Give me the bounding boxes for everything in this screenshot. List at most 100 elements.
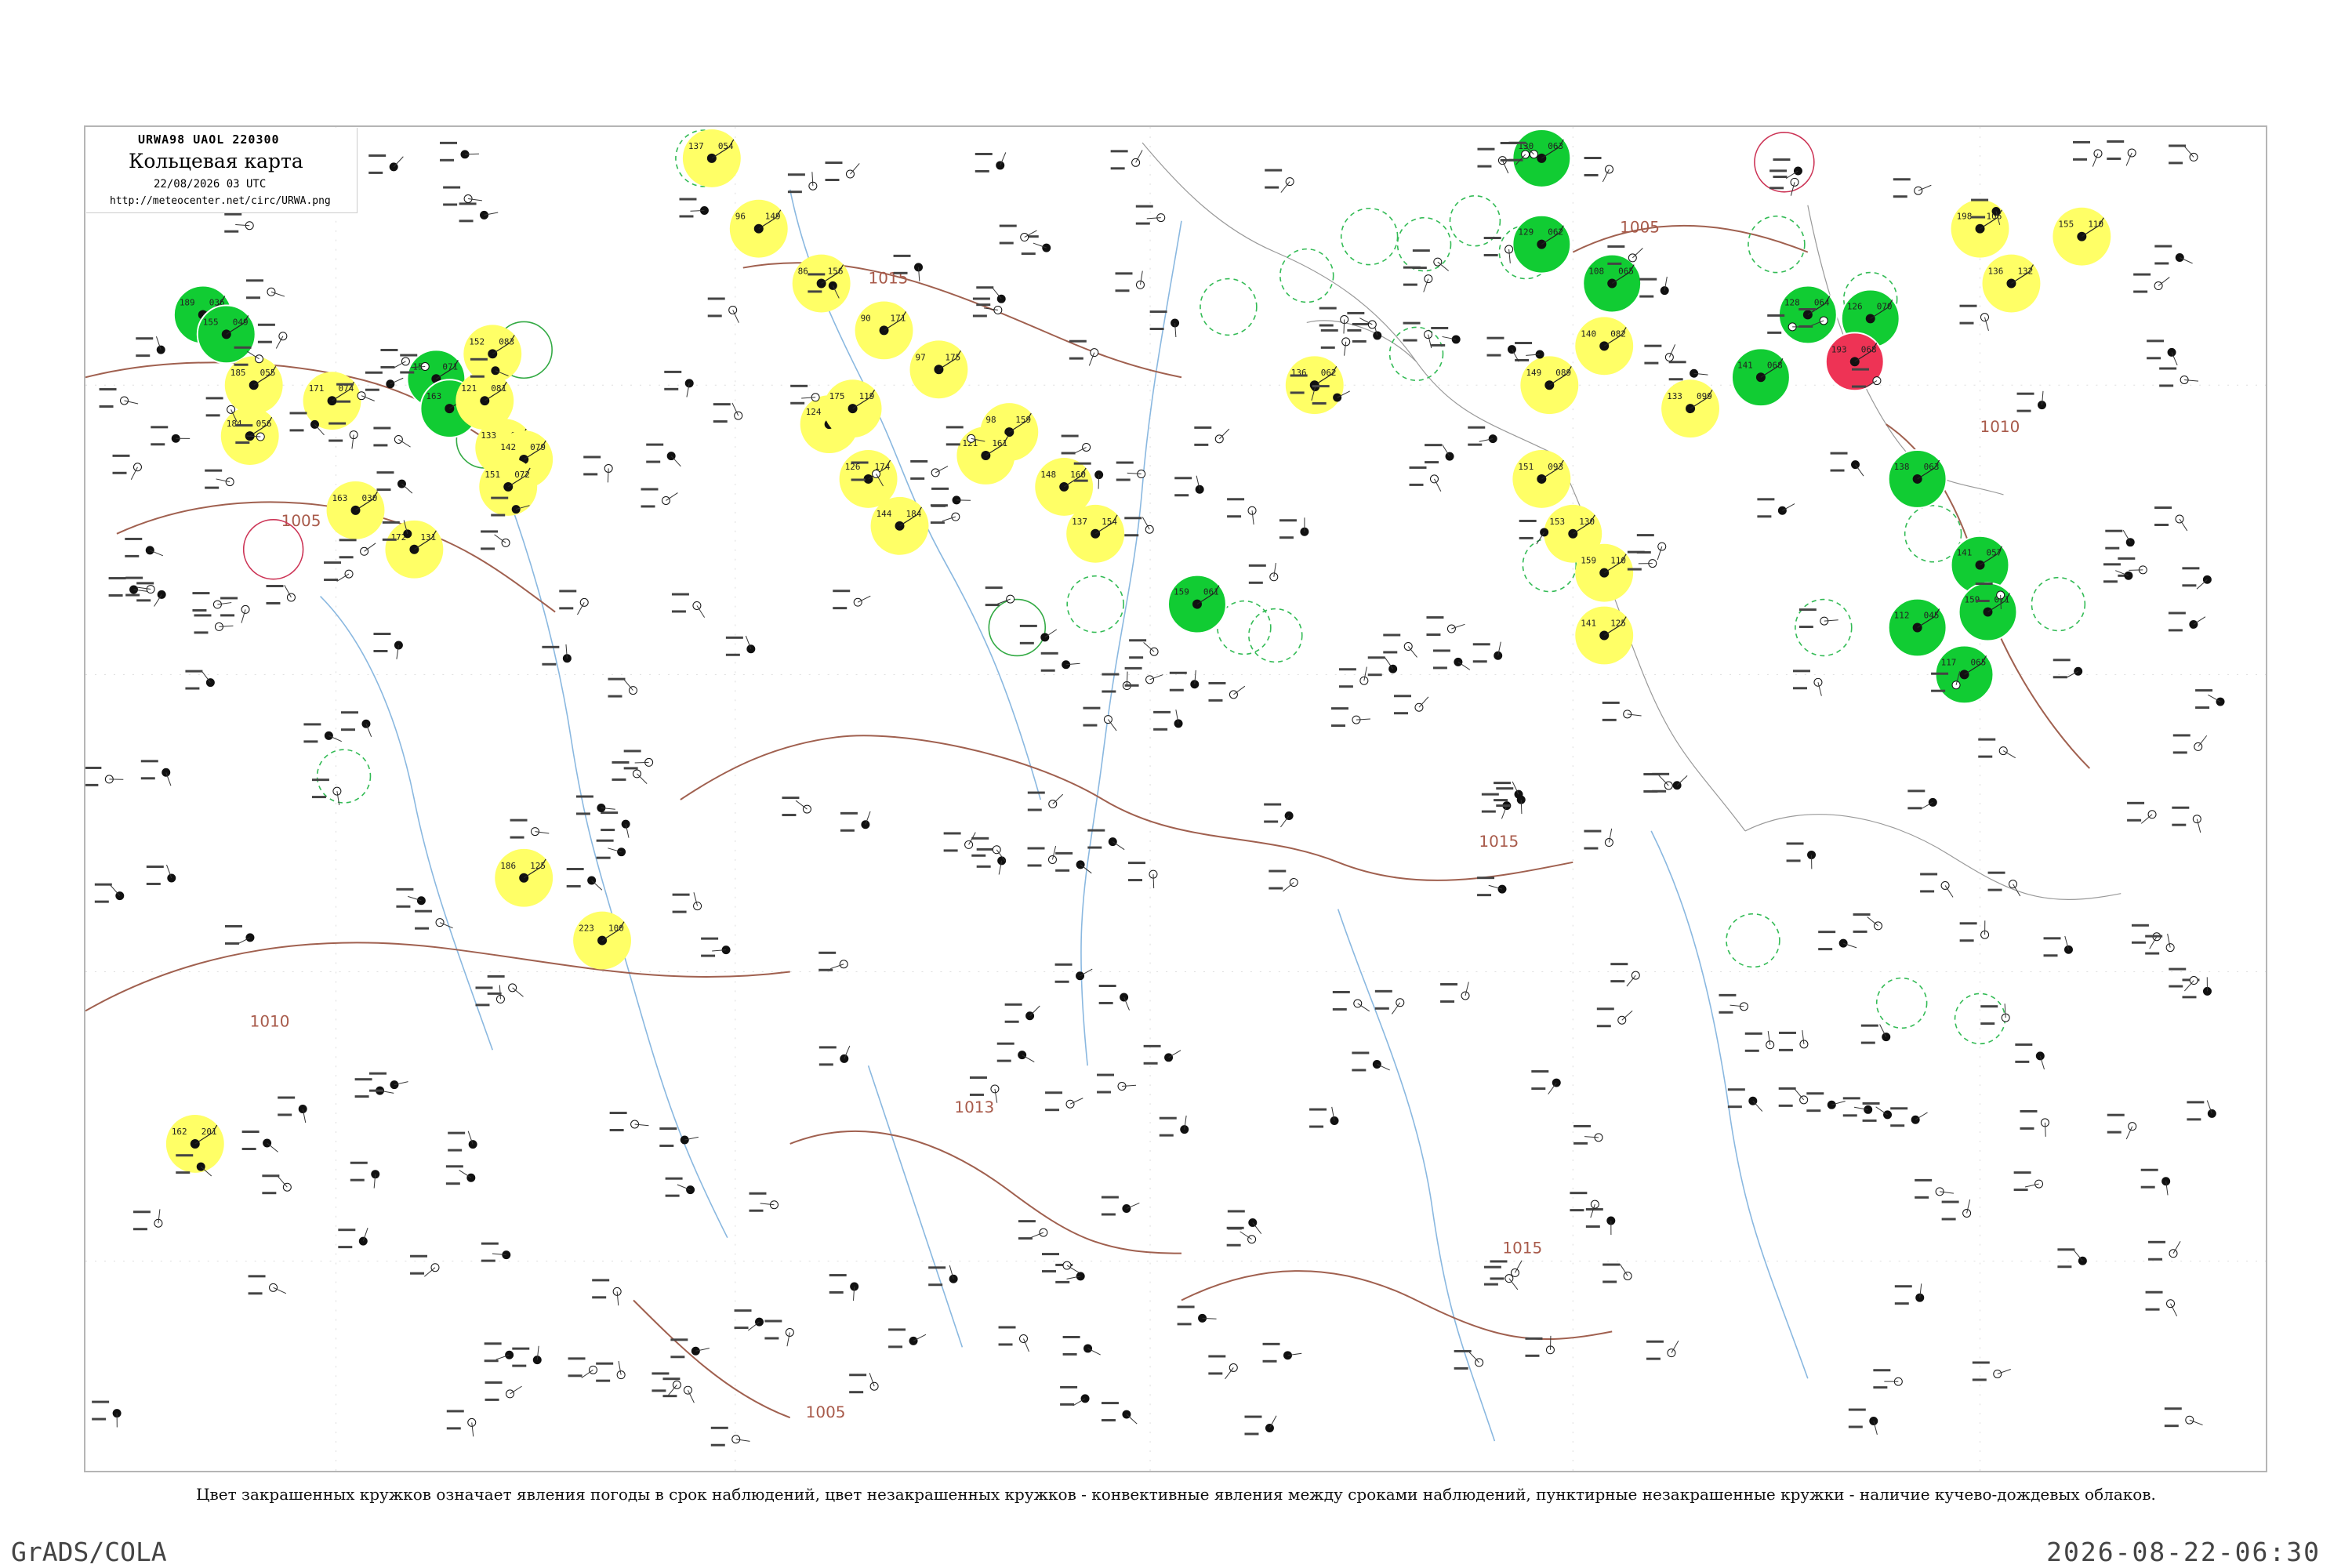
station-value: 96 xyxy=(735,212,746,222)
station-marker: 137 054 xyxy=(682,129,741,187)
station-glyph-icon xyxy=(487,975,524,997)
station-glyph-icon xyxy=(151,426,191,446)
station-marker: 90 171 xyxy=(855,301,913,360)
station-glyph-icon xyxy=(1087,829,1125,851)
station-glyph-icon xyxy=(2168,612,2206,632)
station-marker: 141 125 xyxy=(1575,606,1634,665)
station-glyph-icon xyxy=(1394,695,1429,715)
cloud-cover-icon xyxy=(1568,528,1578,539)
station-glyph-icon xyxy=(1027,791,1064,811)
station-value: 137 xyxy=(688,141,704,151)
station-value: 159 xyxy=(1015,415,1031,425)
source-link[interactable]: http://meteocenter.net/circ/URWA.png xyxy=(110,195,331,207)
station-glyph-icon xyxy=(2133,273,2170,293)
station-value: 129 xyxy=(1518,227,1534,238)
station-glyph-icon xyxy=(2145,1290,2178,1316)
station-glyph-icon xyxy=(998,1326,1029,1352)
station-glyph-icon xyxy=(1227,498,1257,525)
station-marker: 159 110 xyxy=(1575,543,1634,602)
station-glyph-icon xyxy=(568,1357,597,1378)
station-glyph-icon xyxy=(985,586,1015,607)
station-glyph-icon xyxy=(1269,869,1298,892)
station-glyph-icon xyxy=(596,839,626,859)
station-glyph-icon xyxy=(1602,701,1642,721)
station-glyph-icon xyxy=(341,711,372,738)
station-value: 97 xyxy=(915,352,925,362)
station-glyph-icon xyxy=(1920,873,1954,898)
station-glyph-icon xyxy=(592,1279,622,1306)
station-glyph-icon xyxy=(818,1045,851,1066)
station-glyph-icon xyxy=(146,864,176,885)
station-glyph-icon xyxy=(996,1042,1035,1063)
cloud-cover-icon xyxy=(1802,310,1813,320)
station-glyph-icon xyxy=(108,577,148,597)
station-glyph-icon xyxy=(1978,738,2016,759)
station-value: 056 xyxy=(256,419,272,429)
station-glyph-icon xyxy=(1060,1385,1090,1406)
station-value: 072 xyxy=(514,470,530,480)
station-glyph-icon xyxy=(976,286,1006,307)
station-marker: 185 055 xyxy=(224,356,283,415)
station-value: 125 xyxy=(530,861,546,871)
station-glyph-icon xyxy=(1110,150,1143,170)
station-glyph-icon xyxy=(225,924,255,945)
station-value: 141 xyxy=(1581,619,1596,629)
minor-stations xyxy=(85,140,2225,1446)
station-glyph-icon xyxy=(1320,328,1351,356)
station-glyph-icon xyxy=(1585,1208,1616,1235)
station-glyph-icon xyxy=(1778,1029,1809,1051)
station-value: 159 xyxy=(1581,556,1596,566)
station-glyph-icon xyxy=(99,388,139,408)
station-marker: 223 100 xyxy=(573,911,631,970)
station-glyph-icon xyxy=(749,1192,779,1212)
cloud-cover-icon xyxy=(327,396,337,406)
station-value: 081 xyxy=(491,383,506,394)
station-value: 082 xyxy=(1610,328,1626,339)
station-value: 184 xyxy=(227,419,242,429)
station-glyph-icon xyxy=(1890,1107,1928,1127)
station-glyph-icon xyxy=(324,561,354,582)
station-glyph-icon xyxy=(1194,426,1230,446)
station-glyph-icon xyxy=(1818,931,1857,951)
station-glyph-icon xyxy=(1639,276,1669,298)
station-glyph-icon xyxy=(2187,1100,2216,1121)
station-glyph-icon xyxy=(931,487,971,507)
station-glyph-icon xyxy=(818,951,848,971)
station-value: 108 xyxy=(1588,267,1604,277)
station-marker: 159 071 xyxy=(1958,582,2018,642)
station-value: 201 xyxy=(201,1127,217,1137)
station-value: 121 xyxy=(461,383,477,394)
station-glyph-icon xyxy=(1226,1226,1257,1247)
station-value: 161 xyxy=(992,438,1007,448)
station-value: 124 xyxy=(806,407,822,417)
station-glyph-icon xyxy=(1265,169,1294,193)
station-glyph-icon xyxy=(2053,659,2083,679)
station-glyph-icon xyxy=(975,152,1007,172)
station-glyph-icon xyxy=(1573,1124,1603,1145)
station-glyph-icon xyxy=(1174,475,1204,497)
station-glyph-icon xyxy=(2154,245,2193,265)
station-glyph-icon xyxy=(2073,140,2103,167)
station-glyph-icon xyxy=(278,1096,307,1123)
station-value: 151 xyxy=(1518,462,1534,472)
station-value: 064 xyxy=(1814,297,1830,307)
map-canvas: 1000 1005 1015 1005 1010 1010 1015 1013 … xyxy=(85,127,2266,1471)
station-value: 171 xyxy=(891,313,906,323)
station-value: 083 xyxy=(499,336,514,347)
station-value: 154 xyxy=(1102,517,1117,527)
station-marker: 175 119 xyxy=(823,379,882,438)
station-value: 153 xyxy=(1549,517,1565,527)
cloud-cover-icon xyxy=(480,396,490,406)
station-glyph-icon xyxy=(787,172,818,194)
cloud-cover-icon xyxy=(1849,357,1860,367)
station-glyph-icon xyxy=(1227,1210,1262,1235)
isobar-label: 1015 xyxy=(869,269,909,288)
station-glyph-icon xyxy=(1116,461,1146,481)
station-glyph-icon xyxy=(1347,311,1377,332)
station-glyph-icon xyxy=(136,336,165,358)
station-glyph-icon xyxy=(2164,1407,2203,1428)
station-glyph-icon xyxy=(1019,624,1058,644)
station-value: 065 xyxy=(1971,657,1987,667)
station-value: 162 xyxy=(172,1127,187,1137)
station-glyph-icon xyxy=(1440,982,1470,1003)
